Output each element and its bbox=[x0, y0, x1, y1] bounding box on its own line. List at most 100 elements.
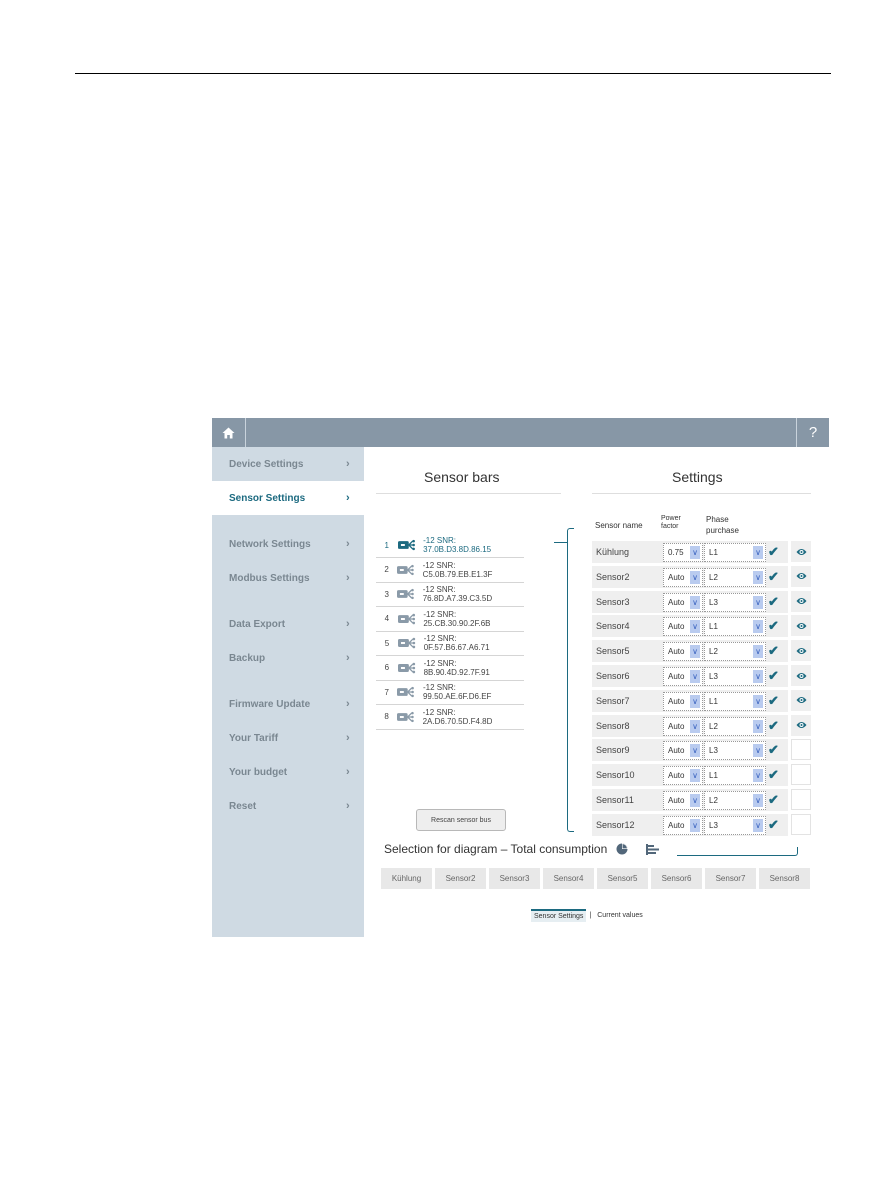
phase-select[interactable]: L3 ∨ bbox=[704, 592, 766, 612]
pie-chart-icon[interactable] bbox=[616, 843, 628, 855]
phase-select[interactable]: L1 ∨ bbox=[704, 543, 766, 562]
sensor-bar-row[interactable]: 7 -12 SNR: 99.50.AE.6F.D6.EF bbox=[376, 680, 524, 705]
power-factor-select[interactable]: Auto ∨ bbox=[663, 716, 703, 736]
sensor-name[interactable]: Sensor11 bbox=[596, 795, 634, 805]
confirm-check-icon[interactable]: ✔ bbox=[768, 668, 779, 684]
power-factor-select[interactable]: Auto ∨ bbox=[663, 741, 703, 761]
sensor-name[interactable]: Sensor8 bbox=[596, 721, 630, 731]
diagram-sensor-button[interactable]: Sensor8 bbox=[759, 868, 810, 889]
phase-select[interactable]: L1 ∨ bbox=[704, 766, 766, 786]
phase-select[interactable]: L2 ∨ bbox=[704, 567, 766, 587]
sidebar-item-data-export[interactable]: Data Export › bbox=[212, 607, 364, 641]
sidebar-item-network-settings[interactable]: Network Settings › bbox=[212, 527, 364, 561]
sensor-bar-row[interactable]: 6 -12 SNR: 8B.90.4D.92.7F.91 bbox=[376, 656, 524, 681]
visibility-toggle[interactable] bbox=[791, 615, 811, 637]
diagram-sensor-button[interactable]: Sensor5 bbox=[597, 868, 648, 889]
confirm-check-icon[interactable]: ✔ bbox=[768, 792, 779, 808]
header-phase-line2: purchase bbox=[706, 526, 739, 535]
diagram-sensor-button[interactable]: Sensor3 bbox=[489, 868, 540, 889]
sensor-bar-row[interactable]: 3 -12 SNR: 76.8D.A7.39.C3.5D bbox=[376, 582, 524, 607]
sensor-name[interactable]: Sensor6 bbox=[596, 671, 630, 681]
diagram-sensor-button[interactable]: Sensor6 bbox=[651, 868, 702, 889]
phase-select[interactable]: L2 ∨ bbox=[704, 716, 766, 736]
sensor-name[interactable]: Sensor10 bbox=[596, 770, 635, 780]
sensor-name[interactable]: Sensor7 bbox=[596, 696, 630, 706]
visibility-toggle-empty[interactable] bbox=[791, 764, 811, 786]
sensor-bar-row[interactable]: 2 -12 SNR: C5.0B.79.EB.E1.3F bbox=[376, 558, 524, 583]
phase-select[interactable]: L2 ∨ bbox=[704, 791, 766, 810]
visibility-toggle-empty[interactable] bbox=[791, 789, 811, 810]
sensor-bar-row[interactable]: 5 -12 SNR: 0F.57.B6.67.A6.71 bbox=[376, 631, 524, 656]
phase-value: L2 bbox=[709, 647, 718, 657]
confirm-check-icon[interactable]: ✔ bbox=[768, 618, 779, 634]
visibility-toggle-empty[interactable] bbox=[791, 813, 811, 835]
sidebar-item-backup[interactable]: Backup › bbox=[212, 641, 364, 675]
settings-title: Settings bbox=[672, 469, 723, 485]
bar-chart-icon[interactable] bbox=[646, 844, 660, 855]
power-factor-select[interactable]: Auto ∨ bbox=[663, 791, 703, 810]
power-factor-select[interactable]: Auto ∨ bbox=[663, 617, 703, 637]
power-factor-select[interactable]: Auto ∨ bbox=[663, 691, 703, 711]
visibility-toggle[interactable] bbox=[791, 640, 811, 662]
tab-sensor-settings[interactable]: Sensor Settings bbox=[531, 909, 587, 922]
sidebar-item-modbus-settings[interactable]: Modbus Settings › bbox=[212, 561, 364, 595]
sidebar-item-your-budget[interactable]: Your budget › bbox=[212, 755, 364, 789]
power-factor-select[interactable]: Auto ∨ bbox=[663, 766, 703, 786]
sensor-bar-row[interactable]: 4 -12 SNR: 25.CB.30.90.2F.6B bbox=[376, 607, 524, 632]
confirm-check-icon[interactable]: ✔ bbox=[768, 718, 779, 734]
visibility-toggle[interactable] bbox=[791, 714, 811, 736]
visibility-toggle-empty[interactable] bbox=[791, 739, 811, 761]
sensor-name[interactable]: Sensor2 bbox=[596, 572, 630, 582]
diagram-sensor-button[interactable]: Sensor2 bbox=[435, 868, 486, 889]
power-factor-select[interactable]: 0.75 ∨ bbox=[663, 543, 703, 562]
sidebar-item-device-settings[interactable]: Device Settings › bbox=[212, 447, 364, 481]
confirm-check-icon[interactable]: ✔ bbox=[768, 693, 779, 709]
diagram-sensor-button[interactable]: Sensor7 bbox=[705, 868, 756, 889]
chevron-down-icon: ∨ bbox=[690, 694, 700, 708]
tab-current-values[interactable]: Current values bbox=[594, 910, 646, 921]
power-factor-select[interactable]: Auto ∨ bbox=[663, 567, 703, 587]
confirm-check-icon[interactable]: ✔ bbox=[768, 742, 779, 758]
phase-select[interactable]: L3 ∨ bbox=[704, 815, 766, 835]
sensor-bar-row[interactable]: 8 -12 SNR: 2A.D6.70.5D.F4.8D bbox=[376, 705, 524, 730]
page-header-rule bbox=[75, 73, 831, 74]
phase-select[interactable]: L3 ∨ bbox=[704, 667, 766, 686]
sensor-name[interactable]: Sensor12 bbox=[596, 820, 635, 830]
visibility-toggle[interactable] bbox=[791, 541, 811, 562]
chevron-right-icon: › bbox=[346, 698, 350, 710]
confirm-check-icon[interactable]: ✔ bbox=[768, 544, 779, 560]
visibility-toggle[interactable] bbox=[791, 665, 811, 686]
sensor-name[interactable]: Sensor5 bbox=[596, 646, 630, 656]
confirm-check-icon[interactable]: ✔ bbox=[768, 767, 779, 783]
home-button[interactable] bbox=[212, 418, 246, 447]
confirm-check-icon[interactable]: ✔ bbox=[768, 569, 779, 585]
help-button[interactable]: ? bbox=[796, 418, 829, 447]
phase-select[interactable]: L1 ∨ bbox=[704, 617, 766, 637]
phase-select[interactable]: L2 ∨ bbox=[704, 642, 766, 662]
sidebar-item-firmware-update[interactable]: Firmware Update › bbox=[212, 687, 364, 721]
power-factor-select[interactable]: Auto ∨ bbox=[663, 667, 703, 686]
visibility-toggle[interactable] bbox=[791, 565, 811, 587]
sensor-bar-row[interactable]: 1 -12 SNR: 37.0B.D3.8D.86.15 bbox=[376, 533, 524, 558]
sidebar-item-sensor-settings[interactable]: Sensor Settings › bbox=[212, 481, 364, 515]
diagram-sensor-button[interactable]: Kühlung bbox=[381, 868, 432, 889]
visibility-toggle[interactable] bbox=[791, 590, 811, 612]
sensor-name[interactable]: Sensor9 bbox=[596, 745, 630, 755]
rescan-sensor-bus-button[interactable]: Rescan sensor bus bbox=[416, 809, 506, 831]
sensor-name[interactable]: Kühlung bbox=[596, 547, 629, 557]
sidebar-item-reset[interactable]: Reset › bbox=[212, 789, 364, 823]
confirm-check-icon[interactable]: ✔ bbox=[768, 817, 779, 833]
visibility-toggle[interactable] bbox=[791, 689, 811, 711]
sensor-name[interactable]: Sensor3 bbox=[596, 597, 630, 607]
chevron-down-icon: ∨ bbox=[690, 595, 700, 609]
power-factor-select[interactable]: Auto ∨ bbox=[663, 642, 703, 662]
sidebar-item-your-tariff[interactable]: Your Tariff › bbox=[212, 721, 364, 755]
sensor-name[interactable]: Sensor4 bbox=[596, 621, 630, 631]
confirm-check-icon[interactable]: ✔ bbox=[768, 594, 779, 610]
phase-select[interactable]: L1 ∨ bbox=[704, 691, 766, 711]
confirm-check-icon[interactable]: ✔ bbox=[768, 643, 779, 659]
power-factor-select[interactable]: Auto ∨ bbox=[663, 592, 703, 612]
phase-select[interactable]: L3 ∨ bbox=[704, 741, 766, 761]
power-factor-select[interactable]: Auto ∨ bbox=[663, 815, 703, 835]
diagram-sensor-button[interactable]: Sensor4 bbox=[543, 868, 594, 889]
